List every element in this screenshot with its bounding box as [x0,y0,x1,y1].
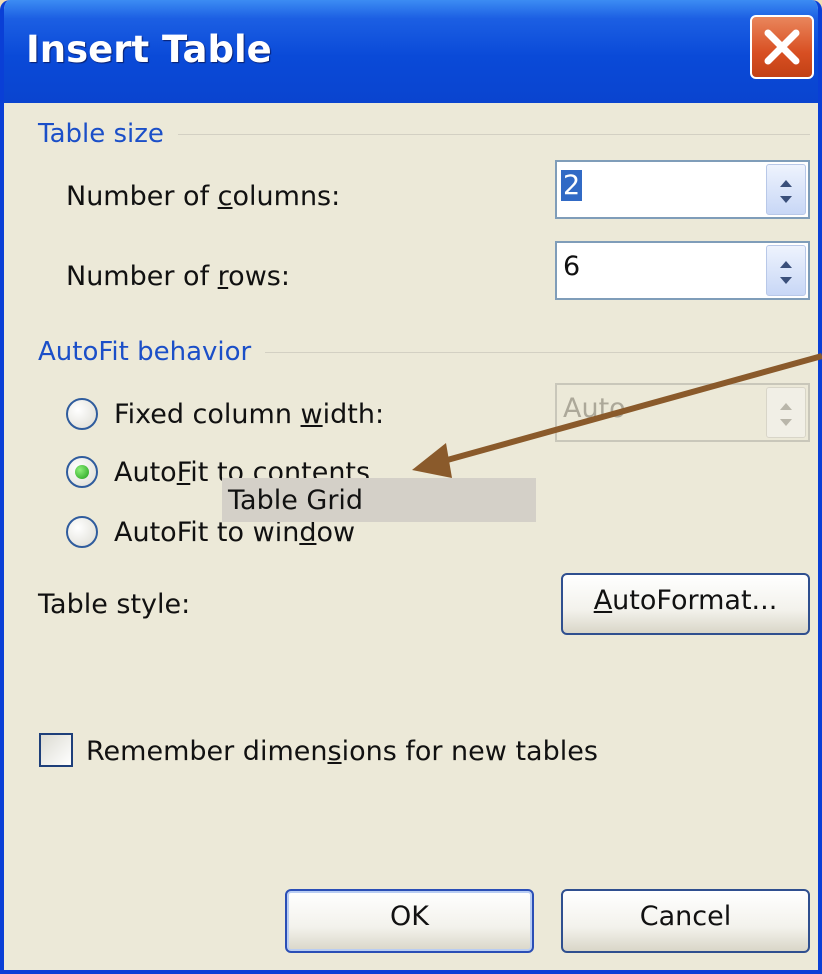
annotation-arrow-icon [412,353,822,478]
